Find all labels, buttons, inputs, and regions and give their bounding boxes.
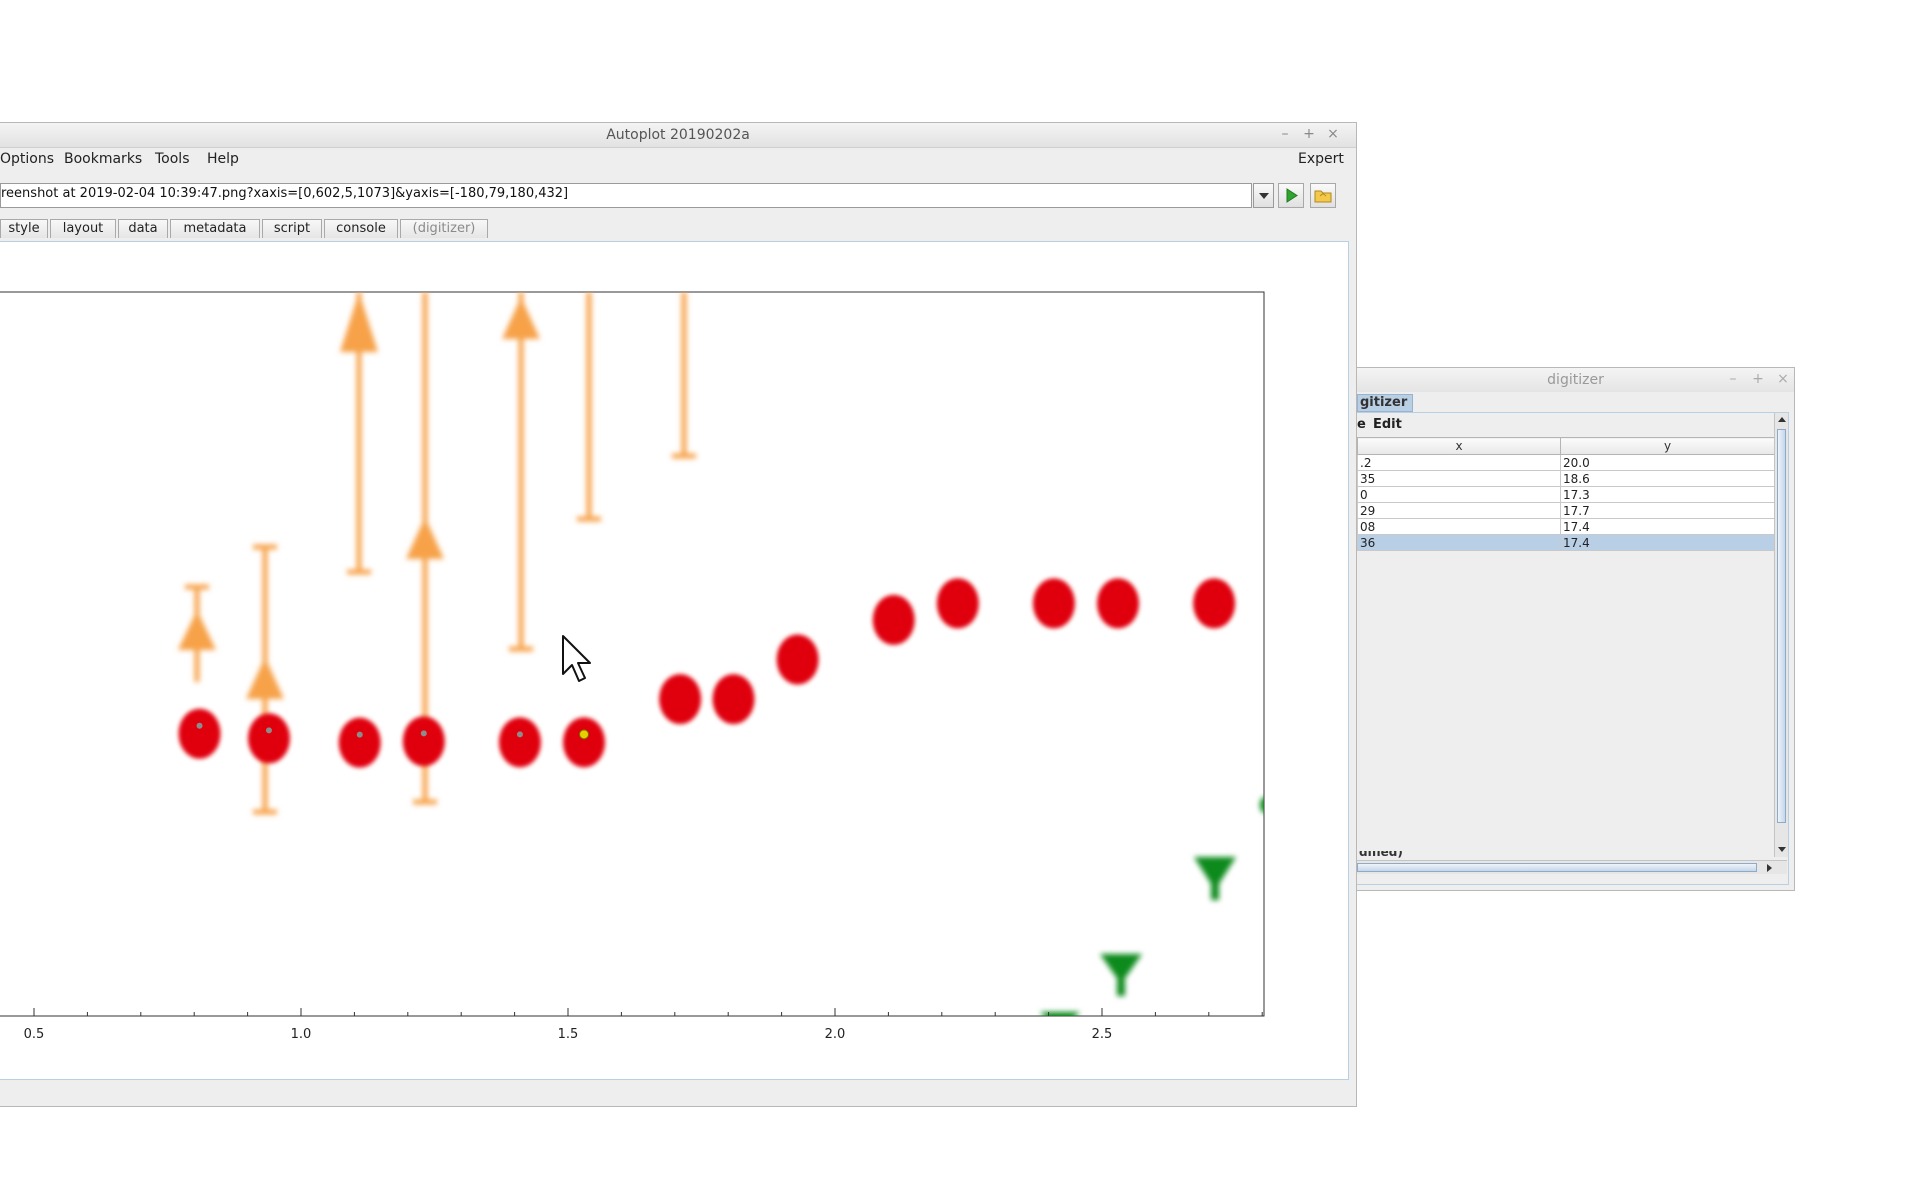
tab-digitizer[interactable]: (digitizer) <box>400 219 488 238</box>
chevron-down-icon[interactable] <box>1253 183 1274 208</box>
table-row[interactable]: 29 17.7 <box>1357 502 1775 519</box>
digitizer-panel: e Edit x y .2 20.0 35 18.6 0 17.3 29 17.7 08… <box>1357 412 1789 885</box>
digitized-point[interactable] <box>420 730 427 737</box>
go-button[interactable] <box>1278 183 1304 208</box>
folder-icon <box>1314 190 1332 203</box>
digitizer-minimize-button[interactable]: – <box>1724 371 1742 387</box>
scroll-up-icon[interactable] <box>1776 414 1788 426</box>
title-bar[interactable]: Autoplot 20190202a – + × <box>0 123 1356 148</box>
menu-bar: Options Bookmarks Tools Help Expert <box>0 147 1356 171</box>
menu-options[interactable]: Options <box>0 151 54 167</box>
red-data-point <box>338 717 381 768</box>
address-input[interactable]: reenshot at 2019-02-04 10:39:47.png?xaxi… <box>0 183 1252 208</box>
minimize-button[interactable]: – <box>1276 126 1294 142</box>
column-header-y[interactable]: y <box>1560 437 1775 455</box>
menu-expert[interactable]: Expert <box>1298 151 1344 167</box>
address-row: reenshot at 2019-02-04 10:39:47.png?xaxi… <box>0 183 1356 213</box>
red-data-point <box>402 716 445 767</box>
cell-x[interactable]: 08 <box>1357 518 1561 535</box>
tab-strip: style layout data metadata script consol… <box>0 219 1356 239</box>
horizontal-scrollbar[interactable] <box>1357 860 1787 874</box>
window-title: Autoplot 20190202a <box>606 127 750 143</box>
red-data-point <box>872 594 915 645</box>
menu-tools[interactable]: Tools <box>155 151 190 167</box>
hscroll-thumb[interactable] <box>1357 863 1757 872</box>
plot-frame <box>0 291 1265 1017</box>
digitizer-menu-file[interactable]: e <box>1357 417 1366 432</box>
digitizer-tab[interactable]: gitizer <box>1357 394 1413 412</box>
x-tick-label: 1.0 <box>291 1027 312 1042</box>
x-tick-label: 1.5 <box>558 1027 579 1042</box>
selected-digitized-point[interactable] <box>579 729 590 740</box>
table-row[interactable]: .2 20.0 <box>1357 454 1775 471</box>
status-bar <box>0 1082 1356 1104</box>
green-play-icon <box>1286 188 1298 203</box>
tab-console[interactable]: console <box>324 219 398 238</box>
red-data-point <box>178 708 221 759</box>
close-button[interactable]: × <box>1324 126 1342 142</box>
red-data-point <box>776 634 819 685</box>
digitizer-window: digitizer – + × gitizer e Edit x y .2 20.… <box>1357 367 1795 891</box>
scroll-thumb[interactable] <box>1777 429 1786 823</box>
column-header-x[interactable]: x <box>1357 437 1561 455</box>
digitizer-status: dified) <box>1359 851 1403 859</box>
menu-help[interactable]: Help <box>207 151 239 167</box>
table-row[interactable]: 0 17.3 <box>1357 486 1775 503</box>
red-data-point <box>712 674 755 725</box>
tab-layout[interactable]: layout <box>50 219 116 238</box>
red-data-point <box>936 578 979 629</box>
plot-canvas-panel: 0.5 1.0 1.5 2.0 2.5 <box>0 241 1349 1080</box>
x-tick-label: 0.5 <box>24 1027 45 1042</box>
menu-bookmarks[interactable]: Bookmarks <box>64 151 142 167</box>
x-tick-label: 2.0 <box>825 1027 846 1042</box>
digitizer-title-bar[interactable]: digitizer – + × <box>1357 368 1794 392</box>
digitizer-maximize-button[interactable]: + <box>1749 371 1767 387</box>
digitized-point[interactable] <box>356 731 363 738</box>
table-row[interactable]: 35 18.6 <box>1357 470 1775 487</box>
red-data-point <box>563 717 606 768</box>
green-marker-1 <box>1040 1012 1080 1016</box>
green-marker-4 <box>1260 797 1264 813</box>
cell-y[interactable]: 17.4 <box>1560 518 1775 535</box>
table-header-row: x y <box>1357 437 1775 455</box>
table-row-selected[interactable]: 36 17.4 <box>1357 534 1775 551</box>
autoplot-window: Autoplot 20190202a – + × Options Bookmar… <box>0 122 1357 1107</box>
scroll-right-icon[interactable] <box>1763 862 1775 874</box>
browse-button[interactable] <box>1310 183 1336 208</box>
cell-x[interactable]: 0 <box>1357 486 1561 503</box>
cell-y[interactable]: 17.3 <box>1560 486 1775 503</box>
table-row[interactable]: 08 17.4 <box>1357 518 1775 535</box>
red-data-point <box>1193 578 1236 629</box>
red-data-point <box>1032 578 1075 629</box>
red-data-point <box>1097 578 1140 629</box>
cell-y[interactable]: 18.6 <box>1560 470 1775 487</box>
digitizer-status-clip: dified) <box>1357 851 1417 860</box>
digitizer-menu-edit[interactable]: Edit <box>1373 417 1402 432</box>
red-data-point <box>659 674 702 725</box>
tab-script[interactable]: script <box>262 219 322 238</box>
vertical-scrollbar[interactable] <box>1774 413 1788 857</box>
scroll-down-icon[interactable] <box>1776 843 1788 855</box>
red-data-point <box>247 713 290 764</box>
tab-style[interactable]: style <box>0 219 48 238</box>
cell-y[interactable]: 17.7 <box>1560 502 1775 519</box>
cell-x[interactable]: 35 <box>1357 470 1561 487</box>
maximize-button[interactable]: + <box>1300 126 1318 142</box>
digitized-point[interactable] <box>265 727 272 734</box>
cell-x[interactable]: .2 <box>1357 454 1561 471</box>
mouse-pointer-icon <box>562 635 591 682</box>
red-data-point <box>498 717 541 768</box>
digitized-point[interactable] <box>196 722 203 729</box>
digitizer-table: x y .2 20.0 35 18.6 0 17.3 29 17.7 08 17.4 36… <box>1357 437 1775 551</box>
digitizer-close-button[interactable]: × <box>1774 371 1792 387</box>
digitized-point[interactable] <box>516 731 523 738</box>
x-tick-label: 2.5 <box>1092 1027 1113 1042</box>
plot-area[interactable]: 0.5 1.0 1.5 2.0 2.5 <box>0 242 1347 1079</box>
tab-data[interactable]: data <box>118 219 168 238</box>
tab-metadata[interactable]: metadata <box>170 219 260 238</box>
cell-y[interactable]: 20.0 <box>1560 454 1775 471</box>
cell-x[interactable]: 29 <box>1357 502 1561 519</box>
cell-x[interactable]: 36 <box>1357 534 1561 551</box>
cell-y[interactable]: 17.4 <box>1560 534 1775 551</box>
